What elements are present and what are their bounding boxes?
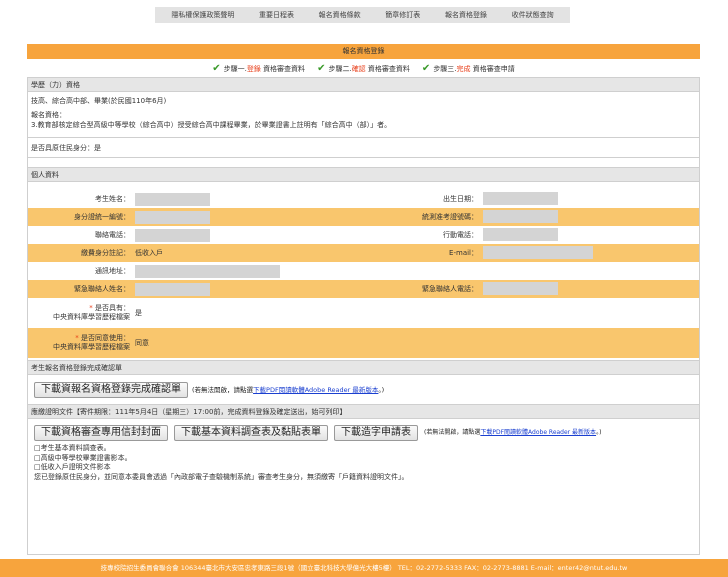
- row-phone: 聯絡電話： 行動電話：: [28, 226, 699, 244]
- id-value-redacted: [135, 210, 210, 224]
- unified-exam-value-redacted: [483, 209, 558, 223]
- confirm-body: 下載資報名資格登錄完成確認單 (若無法開啟，請點選下載PDF閱讀軟體Adobe …: [28, 375, 699, 405]
- name-label: 考生姓名：: [95, 195, 130, 203]
- adobe-reader-link-2[interactable]: 下載PDF閱讀軟體Adobe Reader 最新版本: [480, 429, 596, 436]
- top-navigation: 隱私權保護政策聲明 重要日程表 報名資格條款 簡章修訂表 報名資格登錄 收件狀態…: [155, 7, 570, 23]
- education-level: 技高、綜合高中部、畢業(於民國110年6月): [31, 97, 167, 105]
- step-1: ✔ 步驟一.登錄 資格審查資料: [212, 62, 306, 74]
- check-icon: ✔: [212, 62, 221, 74]
- step-3: ✔ 步驟三.完成 資格審查申請: [421, 62, 515, 74]
- birth-value-redacted: [483, 191, 558, 205]
- birth-label: 出生日期：: [443, 195, 478, 203]
- email-value-redacted: [483, 245, 593, 259]
- identity-note: 您已登錄原住民身分，並同意本委員會透過「內政部電子查驗機制系統」審查考生身分，無…: [34, 472, 409, 481]
- education-header: 學歷（力）資格: [28, 78, 699, 92]
- phone-value-redacted: [135, 228, 210, 242]
- consent-label: 是否同意使用：: [81, 334, 130, 342]
- nav-eligibility-registration[interactable]: 報名資格登錄: [445, 10, 487, 20]
- document-item: □高級中等學校畢業證書影本。: [34, 453, 132, 462]
- consent-value: 同意: [135, 339, 149, 347]
- nav-privacy-policy[interactable]: 隱私權保護政策聲明: [171, 10, 234, 20]
- eligibility-text: 3.教育部核定綜合型高級中等學校（綜合高中）授受綜合高中課程畢業，於畢業證書上註…: [31, 121, 392, 129]
- address-label: 通訊地址：: [95, 267, 130, 275]
- adobe-reader-link[interactable]: 下載PDF閱讀軟體Adobe Reader 最新版本: [253, 386, 378, 394]
- email-label: E-mail：: [449, 249, 478, 257]
- download-envelope-button[interactable]: 下載資格審查專用信封封面: [34, 425, 168, 441]
- unified-exam-label: 統測准考證號碼：: [422, 213, 478, 221]
- nav-eligibility-terms[interactable]: 報名資格條款: [319, 10, 361, 20]
- footer-contact: 技專校院招生委員會聯合會 106344臺北市大安區忠孝東路三段1號（國立臺北科技…: [0, 559, 728, 577]
- emergency-phone-label: 緊急聯絡人電話：: [422, 285, 478, 293]
- check-icon: ✔: [421, 62, 431, 74]
- emergency-name-redacted: [135, 282, 210, 296]
- nav-schedule[interactable]: 重要日程表: [259, 10, 294, 20]
- eligibility-label: 報名資格：: [31, 111, 66, 119]
- personal-header: 個人資料: [28, 168, 699, 182]
- fee-value: 低收入戶: [135, 249, 163, 257]
- mobile-value-redacted: [483, 227, 558, 241]
- step-2: ✔ 步驟二.確認 資格審查資料: [317, 62, 410, 74]
- row-portfolio: * 是否具有： 中央資料庫學習歷程檔案 是: [28, 298, 699, 328]
- portfolio-label: 是否具有：: [95, 304, 130, 312]
- required-marker: *: [89, 304, 93, 312]
- address-value-redacted: [135, 264, 280, 278]
- document-item: □考生基本資料調查表。: [34, 444, 111, 452]
- name-value-redacted: [135, 192, 210, 206]
- mobile-label: 行動電話：: [443, 231, 478, 239]
- required-marker: *: [75, 334, 79, 342]
- portfolio-label-2: 中央資料庫學習歷程檔案: [53, 313, 130, 321]
- row-id: 身分證統一編號： 統測准考證號碼：: [28, 208, 699, 226]
- nav-revision-table[interactable]: 簡章修訂表: [385, 10, 420, 20]
- confirm-header: 考生報名資格登錄完成確認單: [28, 361, 699, 375]
- row-emergency: 緊急聯絡人姓名： 緊急聯絡人電話：: [28, 280, 699, 298]
- documents-body: 下載資格審查專用信封封面 下載基本資料調查表及黏貼表單 下載造字申請表 (若無法…: [28, 419, 699, 484]
- documents-header: 應繳證明文件【寄件期限：111年5月4日（星期三）17:00前，完成資料登錄及確…: [28, 405, 699, 419]
- download-confirmation-button[interactable]: 下載資報名資格登錄完成確認單: [34, 381, 188, 398]
- row-fee-email: 繳費身分註記： 低收入戶 E-mail：: [28, 244, 699, 262]
- nav-receipt-status[interactable]: 收件狀態查詢: [512, 10, 554, 20]
- portfolio-value: 是: [135, 309, 142, 317]
- page-title: 報名資格登錄: [27, 44, 700, 59]
- education-body: 技高、綜合高中部、畢業(於民國110年6月) 報名資格： 3.教育部核定綜合型高…: [28, 92, 699, 138]
- phone-label: 聯絡電話：: [95, 231, 130, 239]
- row-name-birth: 考生姓名： 出生日期：: [28, 190, 699, 208]
- row-address: 通訊地址：: [28, 262, 699, 280]
- id-label: 身分證統一編號：: [74, 213, 130, 221]
- registration-panel: 學歷（力）資格 技高、綜合高中部、畢業(於民國110年6月) 報名資格： 3.教…: [27, 77, 700, 555]
- emergency-phone-redacted: [483, 281, 558, 295]
- download-character-request-button[interactable]: 下載造字申請表: [334, 425, 418, 441]
- check-icon: ✔: [317, 62, 326, 74]
- download-survey-button[interactable]: 下載基本資料調查表及黏貼表單: [174, 425, 328, 441]
- consent-label-2: 中央資料庫學習歷程檔案: [53, 343, 130, 351]
- document-item: □低收入戶證明文件影本: [34, 463, 111, 471]
- row-consent: * 是否同意使用： 中央資料庫學習歷程檔案 同意: [28, 328, 699, 358]
- progress-steps: ✔ 步驟一.登錄 資格審查資料 ✔ 步驟二.確認 資格審查資料 ✔ 步驟三.完成 資格…: [27, 60, 700, 76]
- aboriginal-status: 是否具原住民身分：是: [28, 138, 699, 158]
- emergency-name-label: 緊急聯絡人姓名：: [74, 285, 130, 293]
- fee-label: 繳費身分註記：: [81, 249, 130, 257]
